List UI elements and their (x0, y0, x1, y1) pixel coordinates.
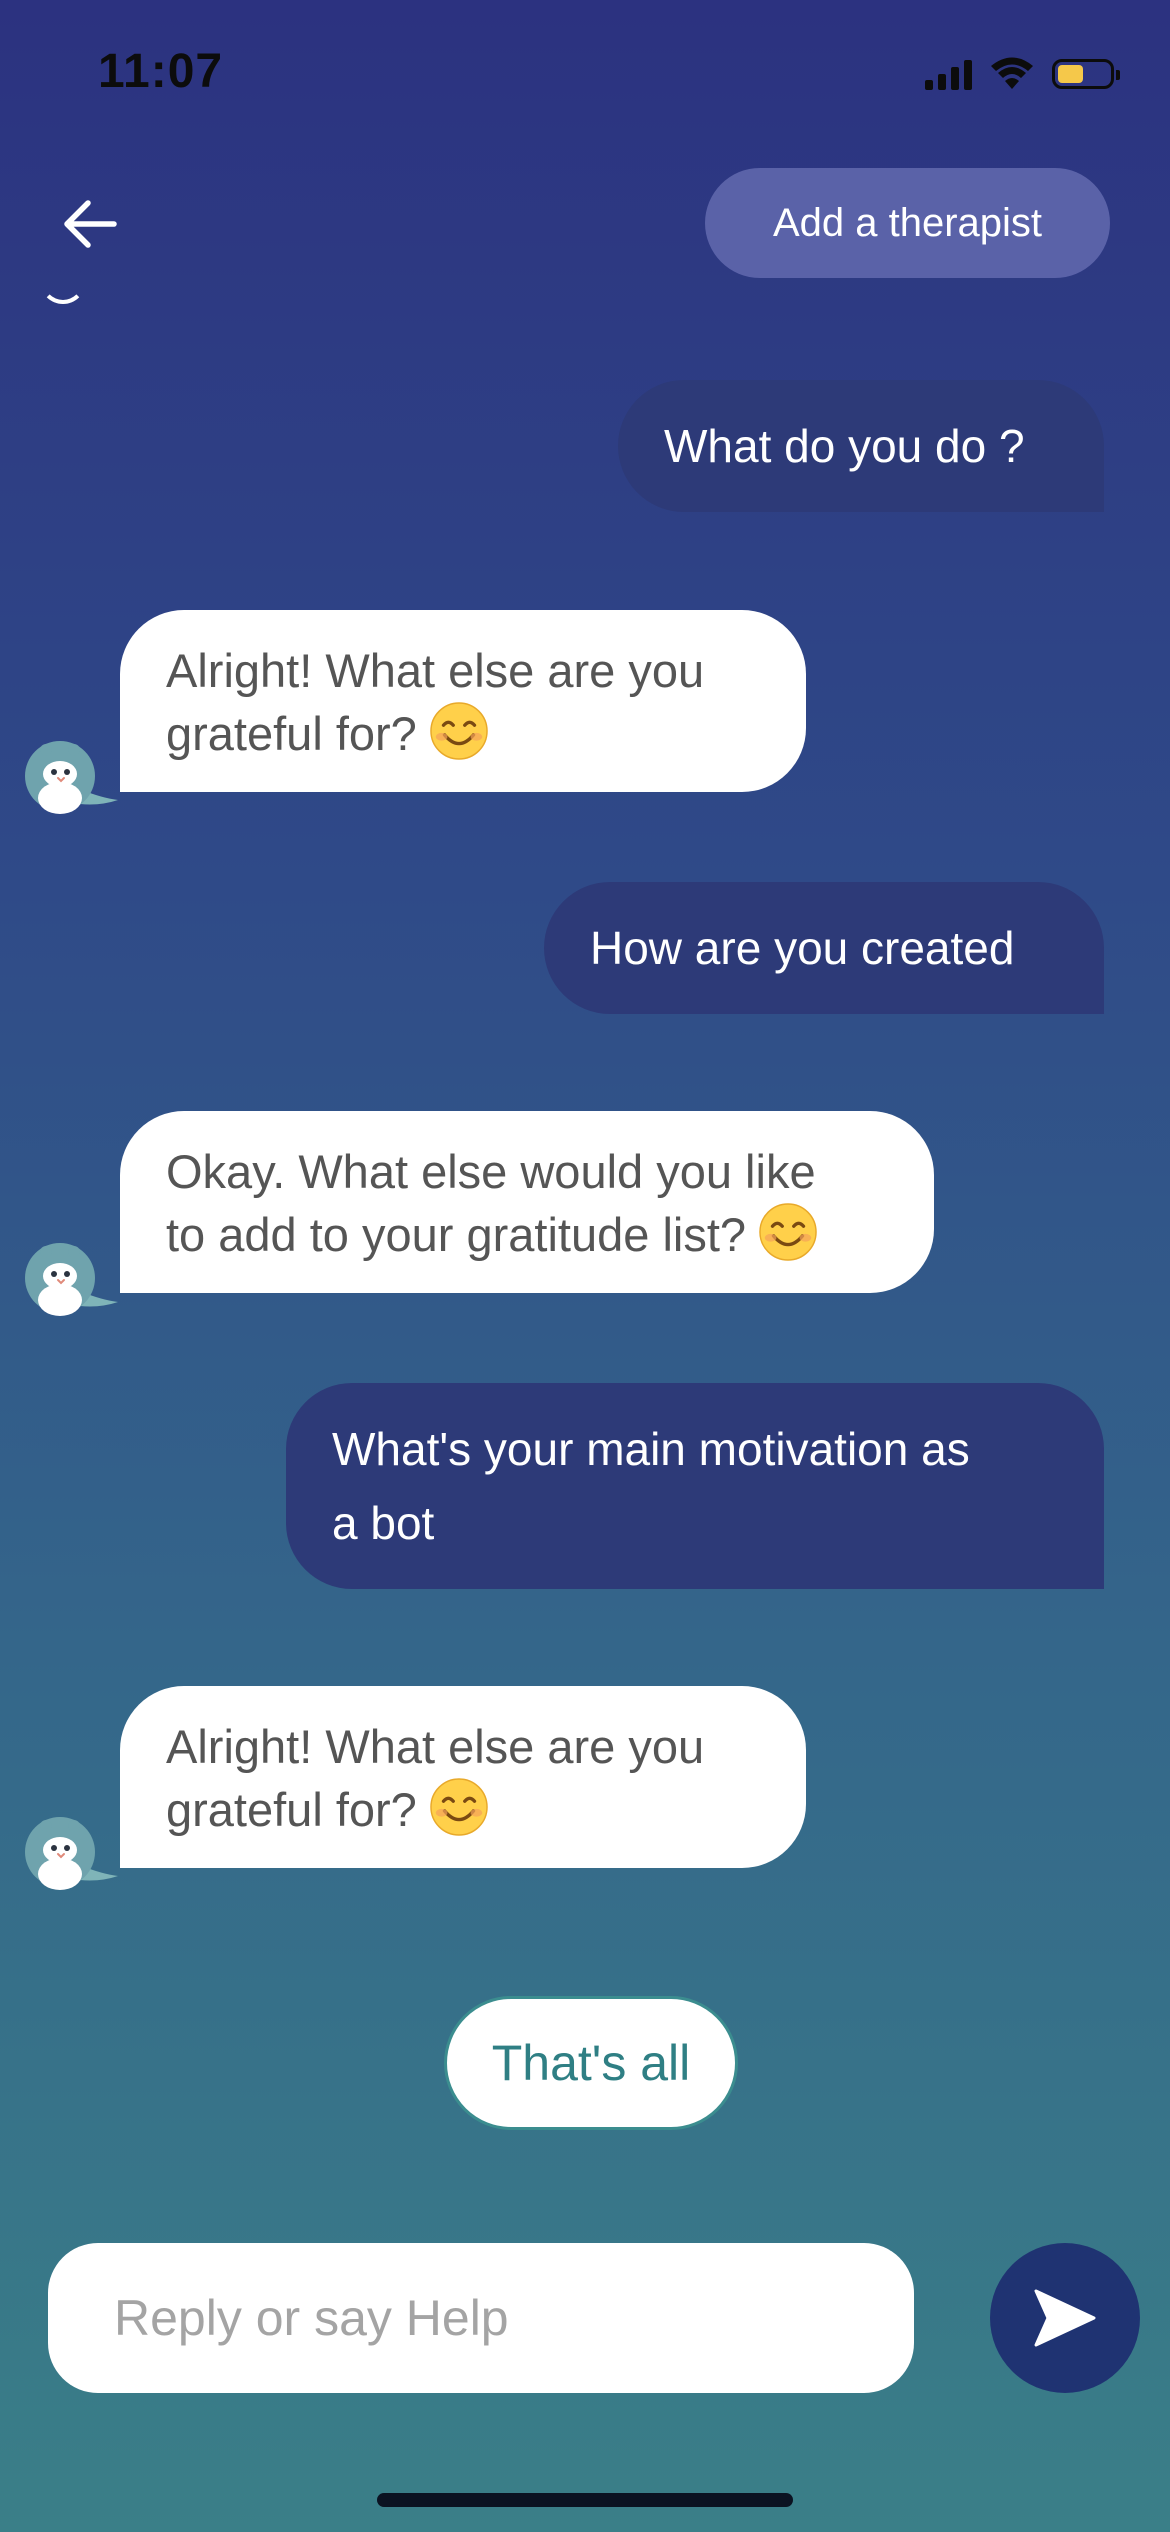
quick-reply-thats-all[interactable]: That's all (444, 1996, 738, 2130)
bot-message-line: Okay. What else would you like (166, 1145, 816, 1198)
send-icon (1034, 2289, 1096, 2347)
bot-message-line: grateful for? (166, 1783, 417, 1836)
bot-message: Alright! What else are you grateful for? (120, 1686, 806, 1868)
wifi-icon (991, 57, 1033, 89)
user-message: How are you created (544, 882, 1104, 1014)
user-message-line: a bot (332, 1497, 435, 1549)
home-indicator (377, 2493, 793, 2507)
bot-message-line: Alright! What else are you (166, 644, 705, 697)
status-icons (925, 52, 1120, 96)
bot-avatar (22, 738, 118, 818)
status-time: 11:07 (98, 45, 224, 98)
user-message-text: What do you do ? (664, 420, 1025, 472)
user-message-line: What's your main motivation as (332, 1423, 970, 1475)
bot-message: Okay. What else would you like to add to… (120, 1111, 934, 1293)
bot-avatar (22, 1240, 118, 1320)
bot-message-line: to add to your gratitude list? (166, 1208, 747, 1261)
bot-avatar (22, 1814, 118, 1894)
status-bar: 11:07 (0, 0, 1170, 150)
reply-input[interactable] (48, 2243, 914, 2393)
bot-message-line: Alright! What else are you (166, 1720, 705, 1773)
battery-level (1058, 65, 1083, 83)
user-message-text: How are you created (590, 922, 1015, 974)
smiling-face-icon (430, 702, 488, 760)
back-button[interactable] (50, 184, 130, 264)
signal-icon (925, 58, 972, 90)
smiling-face-icon (430, 1778, 488, 1836)
bot-avatar-partial (34, 278, 86, 308)
arrow-left-icon (64, 200, 117, 248)
user-message: What do you do ? (618, 380, 1104, 512)
bot-message: Alright! What else are you grateful for? (120, 610, 806, 792)
battery-icon (1052, 59, 1120, 89)
send-button[interactable] (990, 2243, 1140, 2393)
user-message: What's your main motivation as a bot (286, 1383, 1104, 1589)
smiling-face-icon (759, 1203, 817, 1261)
add-therapist-button[interactable]: Add a therapist (705, 168, 1110, 278)
bot-message-line: grateful for? (166, 707, 417, 760)
